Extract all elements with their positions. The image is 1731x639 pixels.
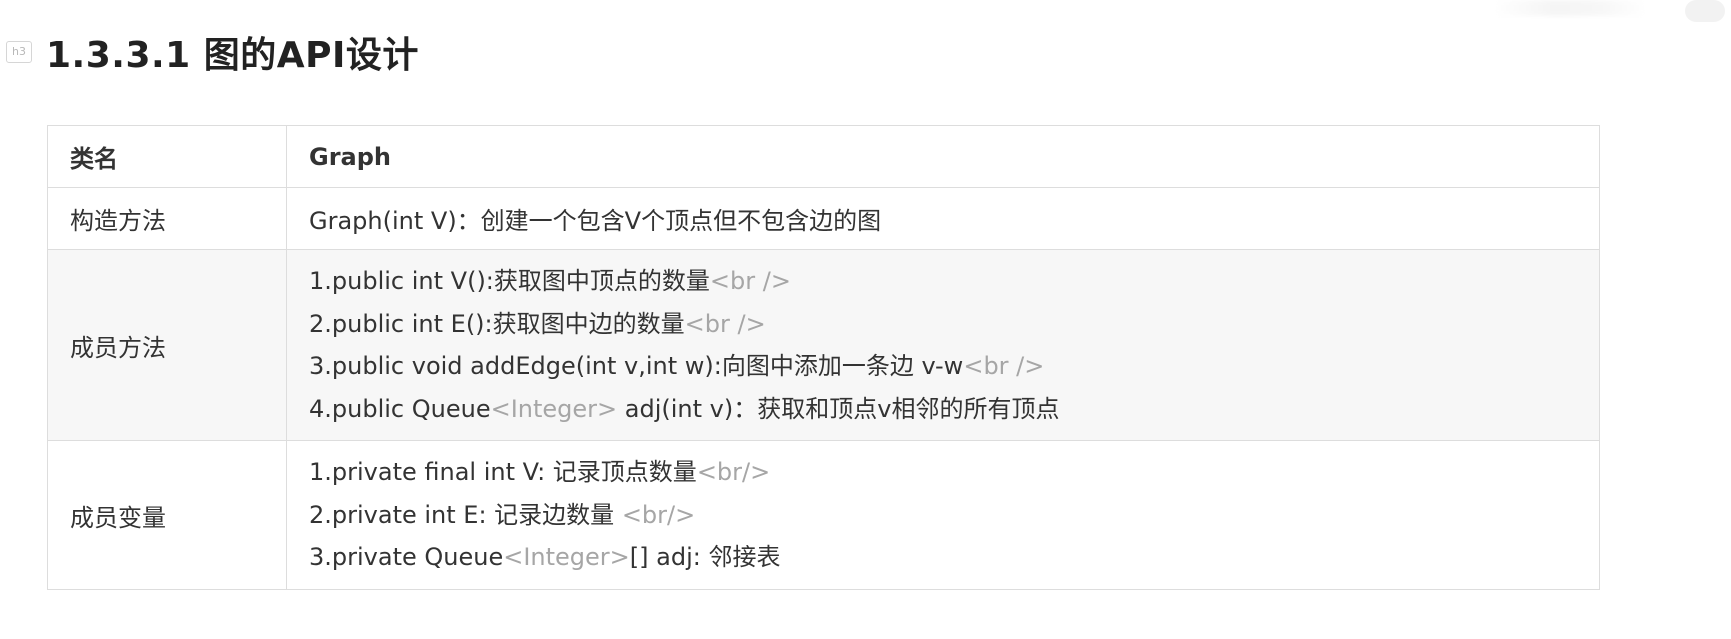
video-watermark (1431, 0, 1731, 26)
method-text: 4.public Queue (309, 394, 491, 423)
header-value-cell: Graph (286, 125, 1600, 188)
method-line: 4.public Queue<Integer> adj(int v)：获取和顶点… (309, 388, 1577, 431)
generic-type-text: <Integer> (490, 394, 618, 423)
row-label-fields: 成员变量 (47, 440, 287, 590)
play-logo-icon (1685, 0, 1725, 22)
field-rest: [] adj: 邻接表 (629, 543, 781, 572)
field-line: 1.private final int V: 记录顶点数量<br/> (309, 451, 1577, 494)
heading-level-tag: h3 (6, 41, 32, 63)
row-label-methods: 成员方法 (47, 249, 287, 441)
method-text: 3.public void addEdge(int v,int w):向图中添加… (309, 352, 964, 380)
html-tag-text: <br/> (696, 458, 771, 487)
table-row: 成员变量 1.private final int V: 记录顶点数量<br/> … (47, 440, 1600, 590)
method-text: 2.public int E():获取图中边的数量 (309, 309, 685, 338)
html-tag-text: <br /> (963, 352, 1045, 380)
method-line: 2.public int E():获取图中边的数量<br /> (309, 303, 1577, 346)
row-value-fields: 1.private final int V: 记录顶点数量<br/> 2.pri… (286, 440, 1600, 590)
field-line: 3.private Queue<Integer>[] adj: 邻接表 (309, 536, 1577, 579)
generic-type-text: <Integer> (503, 543, 630, 572)
method-line: 1.public int V():获取图中顶点的数量<br /> (309, 260, 1577, 303)
table-row: 成员方法 1.public int V():获取图中顶点的数量<br /> 2.… (47, 249, 1600, 441)
watermark-text-blur (1495, 0, 1645, 16)
row-label-constructor: 构造方法 (47, 187, 287, 250)
table-row: 构造方法 Graph(int V)：创建一个包含V个顶点但不包含边的图 (47, 187, 1600, 250)
field-text: 2.private int E: 记录边数量 (309, 500, 622, 529)
method-text: 1.public int V():获取图中顶点的数量 (309, 267, 710, 295)
row-value-constructor: Graph(int V)：创建一个包含V个顶点但不包含边的图 (286, 187, 1600, 250)
graph-api-table: 类名 Graph 构造方法 Graph(int V)：创建一个包含V个顶点但不包… (47, 125, 1600, 590)
field-line: 2.private int E: 记录边数量 <br/> (309, 494, 1577, 537)
row-value-methods: 1.public int V():获取图中顶点的数量<br /> 2.publi… (286, 249, 1600, 441)
method-line: 3.public void addEdge(int v,int w):向图中添加… (309, 345, 1577, 388)
html-tag-text: <br/> (621, 500, 696, 529)
method-rest: adj(int v)：获取和顶点v相邻的所有顶点 (617, 394, 1060, 423)
section-heading: h3 1.3.3.1 图的API设计 (6, 26, 419, 78)
section-title: 1.3.3.1 图的API设计 (46, 35, 419, 76)
html-tag-text: <br /> (684, 309, 766, 338)
html-tag-text: <br /> (709, 267, 791, 295)
field-text: 1.private final int V: 记录顶点数量 (309, 458, 697, 487)
header-label-cell: 类名 (47, 125, 287, 188)
field-text: 3.private Queue (309, 543, 504, 572)
table-header-row: 类名 Graph (47, 125, 1600, 188)
